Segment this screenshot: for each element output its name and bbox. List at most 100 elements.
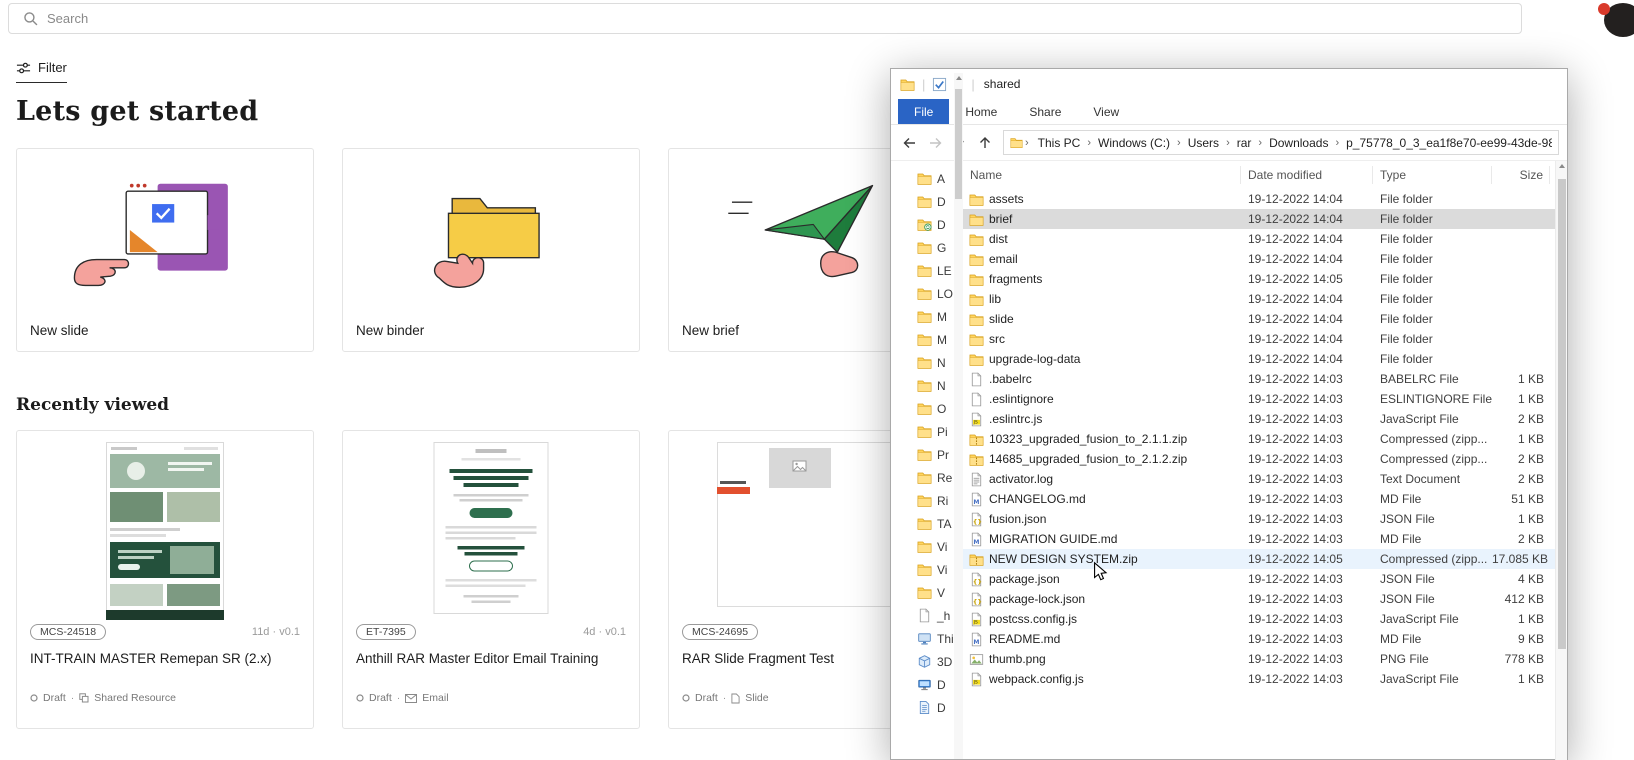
file-row[interactable]: MCHANGELOG.md19-12-2022 14:03MD File51 K… <box>963 489 1567 509</box>
nav-item-label: M <box>937 310 947 324</box>
filter-button[interactable]: Filter <box>16 60 67 83</box>
nav-item[interactable]: _h <box>891 604 963 627</box>
file-row[interactable]: email19-12-2022 14:04File folder <box>963 249 1567 269</box>
file-row[interactable]: lib19-12-2022 14:04File folder <box>963 289 1567 309</box>
kind-label: Shared Resource <box>94 692 176 704</box>
nav-item[interactable]: Vi <box>891 558 963 581</box>
file-row[interactable]: brief19-12-2022 14:04File folder <box>963 209 1567 229</box>
file-date: 19-12-2022 14:04 <box>1241 232 1373 246</box>
file-row[interactable]: .eslintignore19-12-2022 14:03ESLINTIGNOR… <box>963 389 1567 409</box>
file-name-cell: MMIGRATION GUIDE.md <box>963 532 1241 547</box>
file-name-cell: MREADME.md <box>963 632 1241 647</box>
breadcrumb-segment[interactable]: Downloads <box>1262 136 1335 150</box>
status-separator: · <box>723 692 727 704</box>
file-row[interactable]: MMIGRATION GUIDE.md19-12-2022 14:03MD Fi… <box>963 529 1567 549</box>
recent-card-2[interactable]: ET-7395 4d · v0.1 Anthill RAR Master Edi… <box>342 430 640 729</box>
file-date: 19-12-2022 14:03 <box>1241 372 1373 386</box>
file-row[interactable]: JS.eslintrc.js19-12-2022 14:03JavaScript… <box>963 409 1567 429</box>
breadcrumb-segment[interactable]: rar <box>1230 136 1259 150</box>
search-input[interactable] <box>47 11 1521 26</box>
ribbon-tab-share[interactable]: Share <box>1013 99 1077 124</box>
breadcrumb-segment[interactable]: This PC <box>1031 136 1088 150</box>
scrollbar-thumb[interactable] <box>1558 179 1566 649</box>
file-row[interactable]: .babelrc19-12-2022 14:03BABELRC File1 KB <box>963 369 1567 389</box>
file-date: 19-12-2022 14:04 <box>1241 312 1373 326</box>
file-row[interactable]: dist19-12-2022 14:04File folder <box>963 229 1567 249</box>
file-row[interactable]: {}package-lock.json19-12-2022 14:03JSON … <box>963 589 1567 609</box>
file-row[interactable]: activator.log19-12-2022 14:03Text Docume… <box>963 469 1567 489</box>
file-row[interactable]: upgrade-log-data19-12-2022 14:04File fol… <box>963 349 1567 369</box>
ribbon-tab-file[interactable]: File <box>898 99 949 124</box>
nav-item[interactable]: D <box>891 673 963 696</box>
scrollbar-thumb[interactable] <box>955 89 962 199</box>
file-row[interactable]: {}fusion.json19-12-2022 14:03JSON File1 … <box>963 509 1567 529</box>
file-row[interactable]: fragments19-12-2022 14:05File folder <box>963 269 1567 289</box>
nav-item[interactable]: D <box>891 696 963 719</box>
breadcrumb-segment[interactable]: Windows (C:) <box>1091 136 1177 150</box>
file-row[interactable]: MREADME.md19-12-2022 14:03MD File9 KB <box>963 629 1567 649</box>
nav-item[interactable]: M <box>891 328 963 351</box>
nav-item[interactable]: Pi <box>891 420 963 443</box>
file-row[interactable]: slide19-12-2022 14:04File folder <box>963 309 1567 329</box>
nav-item[interactable]: G <box>891 236 963 259</box>
file-type: JSON File <box>1373 572 1492 586</box>
ribbon-tab-view[interactable]: View <box>1077 99 1135 124</box>
pc-icon <box>917 631 932 646</box>
file-size: 2 KB <box>1492 412 1550 426</box>
file-row[interactable]: NEW DESIGN SYSTEM.zip19-12-2022 14:05Com… <box>963 549 1567 569</box>
nav-item[interactable]: N <box>891 351 963 374</box>
nav-item[interactable]: O <box>891 397 963 420</box>
back-icon[interactable] <box>899 132 921 154</box>
nav-item[interactable]: M <box>891 305 963 328</box>
scroll-up-icon[interactable] <box>956 76 962 80</box>
nav-item[interactable]: 3D <box>891 650 963 673</box>
column-header-name[interactable]: Name <box>963 166 1241 184</box>
file-row[interactable]: 14685_upgraded_fusion_to_2.1.2.zip19-12-… <box>963 449 1567 469</box>
nav-item[interactable]: N <box>891 374 963 397</box>
column-header-size[interactable]: Size <box>1492 166 1550 184</box>
nav-item[interactable]: LE <box>891 259 963 282</box>
file-row[interactable]: {}package.json19-12-2022 14:03JSON File4… <box>963 569 1567 589</box>
nav-item[interactable]: Pr <box>891 443 963 466</box>
nav-item[interactable]: Ri <box>891 489 963 512</box>
file-row[interactable]: JSwebpack.config.js19-12-2022 14:03JavaS… <box>963 669 1567 689</box>
nav-item[interactable]: A <box>891 167 963 190</box>
scroll-up-icon[interactable] <box>1559 164 1565 168</box>
breadcrumb-segment[interactable]: p_75778_0_3_ea1f8e70-ee99-43de-980d-9a1f… <box>1339 136 1552 150</box>
nav-item[interactable]: TA <box>891 512 963 535</box>
file-row[interactable]: 10323_upgraded_fusion_to_2.1.1.zip19-12-… <box>963 429 1567 449</box>
file-size: 1 KB <box>1492 432 1550 446</box>
quick-access-check-icon[interactable] <box>932 77 947 92</box>
nav-item[interactable]: D <box>891 190 963 213</box>
breadcrumb-segment[interactable]: Users <box>1181 136 1226 150</box>
new-binder-card[interactable]: New binder <box>342 148 640 352</box>
nav-item[interactable]: D <box>891 213 963 236</box>
address-bar[interactable]: › This PC›Windows (C:)›Users›rar›Downloa… <box>1003 130 1559 155</box>
nav-item-label: Thi <box>937 632 954 646</box>
nav-item[interactable]: LO <box>891 282 963 305</box>
file-row[interactable]: thumb.png19-12-2022 14:03PNG File778 KB <box>963 649 1567 669</box>
forward-icon[interactable] <box>924 132 946 154</box>
recent-card-1[interactable]: MCS-24518 11d · v0.1 INT-TRAIN MASTER Re… <box>16 430 314 729</box>
file-list-scrollbar[interactable] <box>1555 161 1567 760</box>
column-header-type[interactable]: Type <box>1373 166 1492 184</box>
up-icon[interactable] <box>974 132 996 154</box>
recent-card-3-thumbnail <box>717 442 917 612</box>
file-row[interactable]: src19-12-2022 14:04File folder <box>963 329 1567 349</box>
file-name: .eslintignore <box>989 392 1054 406</box>
nav-item[interactable]: Thi <box>891 627 963 650</box>
search-bar[interactable] <box>8 3 1522 34</box>
file-row[interactable]: assets19-12-2022 14:04File folder <box>963 189 1567 209</box>
nav-scrollbar[interactable] <box>954 73 963 759</box>
draft-status-icon <box>682 694 690 702</box>
nav-item[interactable]: V <box>891 581 963 604</box>
new-slide-label: New slide <box>30 323 89 338</box>
file-row[interactable]: JSpostcss.config.js19-12-2022 14:03JavaS… <box>963 609 1567 629</box>
nav-item[interactable]: Re <box>891 466 963 489</box>
file-name: fusion.json <box>989 512 1046 526</box>
new-slide-card[interactable]: New slide <box>16 148 314 352</box>
nav-item[interactable]: Vi <box>891 535 963 558</box>
svg-text:JS: JS <box>973 679 978 685</box>
folder-icon <box>917 470 932 485</box>
column-header-date[interactable]: Date modified <box>1241 166 1373 184</box>
